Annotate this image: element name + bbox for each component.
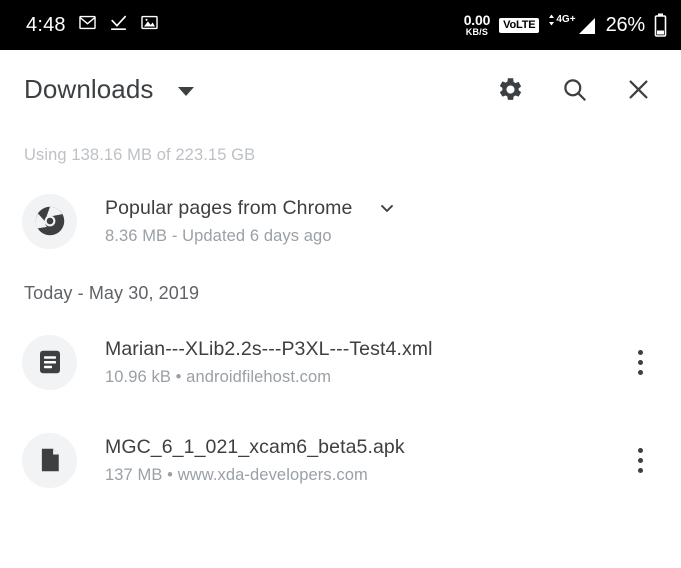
- download-item-name: Marian---XLib2.2s---P3XL---Test4.xml: [105, 338, 623, 361]
- network-speed-value: 0.00: [464, 13, 490, 27]
- status-bar: 4:48 0.00 KB/S VoLTE: [0, 0, 681, 50]
- status-bar-right: 0.00 KB/S VoLTE 4G+ 26%: [464, 13, 667, 37]
- overflow-dot: [638, 350, 643, 355]
- gmail-icon: [78, 13, 97, 37]
- data-transfer-arrows-icon: [548, 14, 555, 26]
- promo-title-line: Popular pages from Chrome: [105, 197, 663, 220]
- section-header-today: Today - May 30, 2019: [0, 261, 681, 304]
- battery-icon: [654, 13, 667, 37]
- download-item-row[interactable]: MGC_6_1_021_xcam6_beta5.apk 137 MB • www…: [0, 420, 681, 500]
- network-type-label: 4G+: [556, 15, 575, 25]
- overflow-dot: [638, 468, 643, 473]
- text-document-icon: [22, 335, 77, 390]
- download-item-row[interactable]: Marian---XLib2.2s---P3XL---Test4.xml 10.…: [0, 322, 681, 402]
- more-vertical-icon[interactable]: [623, 438, 657, 482]
- app-bar: Downloads: [0, 50, 681, 128]
- battery-percent-label: 26%: [606, 14, 645, 37]
- promo-row-chrome[interactable]: Popular pages from Chrome 8.36 MB - Upda…: [0, 181, 681, 261]
- file-page-icon: [22, 433, 77, 488]
- gear-icon[interactable]: [495, 74, 525, 104]
- promo-row-text: Popular pages from Chrome 8.36 MB - Upda…: [105, 197, 663, 246]
- status-bar-left: 4:48: [26, 13, 159, 37]
- page-title: Downloads: [24, 74, 154, 105]
- chrome-icon: [22, 194, 77, 249]
- overflow-dot: [638, 360, 643, 365]
- signal-bars-icon: [577, 16, 597, 36]
- overflow-dot: [638, 448, 643, 453]
- status-bar-clock: 4:48: [26, 14, 66, 37]
- download-complete-icon: [109, 13, 128, 37]
- photo-icon: [140, 13, 159, 37]
- download-item-name: MGC_6_1_021_xcam6_beta5.apk: [105, 436, 623, 459]
- download-item-meta: 10.96 kB • androidfilehost.com: [105, 368, 623, 387]
- close-icon[interactable]: [623, 74, 653, 104]
- signal-indicator: 4G+: [548, 14, 596, 36]
- download-item-text: Marian---XLib2.2s---P3XL---Test4.xml 10.…: [105, 338, 623, 387]
- more-vertical-icon[interactable]: [623, 340, 657, 384]
- network-speed-indicator: 0.00 KB/S: [464, 13, 490, 37]
- network-speed-unit: KB/S: [466, 28, 488, 37]
- chevron-down-icon[interactable]: [377, 198, 397, 218]
- app-bar-actions: [495, 74, 653, 104]
- search-icon[interactable]: [559, 74, 589, 104]
- caret-down-icon[interactable]: [178, 87, 194, 96]
- download-item-meta: 137 MB • www.xda-developers.com: [105, 466, 623, 485]
- download-item-text: MGC_6_1_021_xcam6_beta5.apk 137 MB • www…: [105, 436, 623, 485]
- overflow-dot: [638, 458, 643, 463]
- volte-badge: VoLTE: [499, 18, 539, 33]
- overflow-dot: [638, 370, 643, 375]
- promo-subtitle: 8.36 MB - Updated 6 days ago: [105, 227, 663, 246]
- promo-title: Popular pages from Chrome: [105, 197, 352, 220]
- storage-usage-label: Using 138.16 MB of 223.15 GB: [0, 128, 681, 165]
